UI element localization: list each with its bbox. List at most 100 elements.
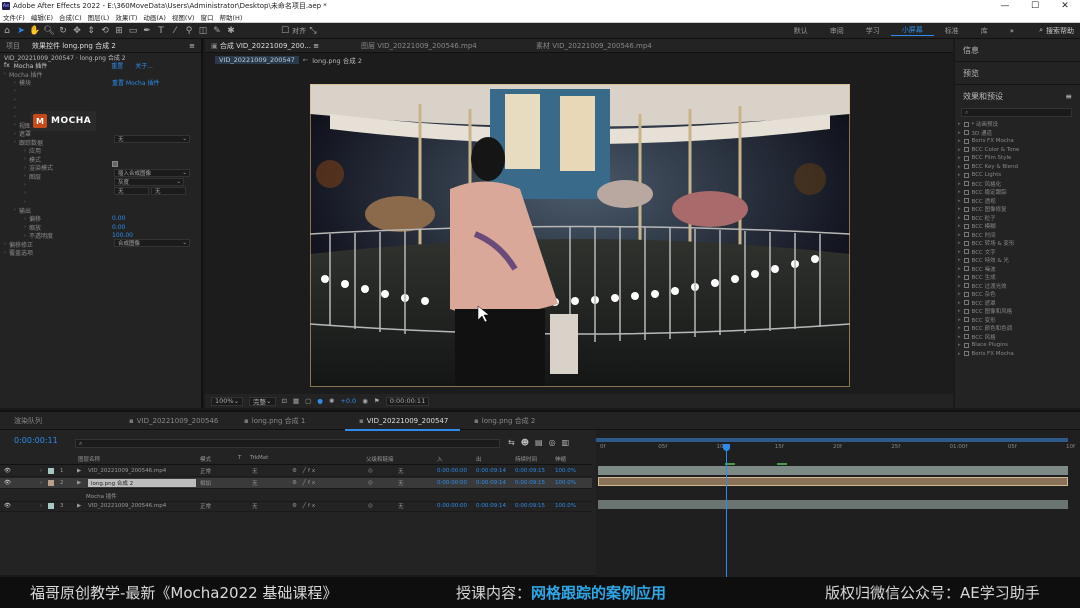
info-panel-header[interactable]: 信息 <box>955 39 1080 62</box>
transparency-grid-icon[interactable]: ▦ <box>293 397 299 405</box>
effect-category-item[interactable]: ▸ Blace Plugins <box>955 341 1080 350</box>
col-in[interactable]: 入 <box>437 455 443 463</box>
expand-arrow-icon[interactable]: ▸ <box>958 147 961 153</box>
parent-pickwhip-icon[interactable]: ◎ <box>368 468 373 474</box>
expand-arrow-icon[interactable]: ▸ <box>958 274 961 280</box>
color-channel-icon[interactable]: ● <box>317 397 323 405</box>
layer-label-color[interactable] <box>48 503 54 509</box>
effect-param-row[interactable]: › Mocha 插件 <box>0 70 201 79</box>
layer-name[interactable]: Mocha 插件 <box>86 492 117 500</box>
effect-category-item[interactable]: ▸ BCC 图像修复 <box>955 205 1080 214</box>
table-row[interactable]: 👁︎ › 2 ▶ long.png 合成 2 相加 无 ⚙ ╱fx ◎ 无 0:00:00:00 0:… <box>0 478 592 489</box>
effect-category-item[interactable]: ▸ BCC 风格 <box>955 333 1080 342</box>
track-bar-layer-2[interactable] <box>598 477 1068 486</box>
mode-dropdown[interactable]: 插入合成图像 ⌄ <box>114 169 190 177</box>
switches[interactable]: ⚙ ╱fx <box>292 468 317 474</box>
pan-tool-icon[interactable]: ✥ <box>70 24 84 38</box>
effect-param-row[interactable]: › 模式 <box>0 155 201 164</box>
workspace-learn[interactable]: 学习 <box>855 26 891 36</box>
motion-blur-icon[interactable]: ◎ <box>549 438 556 447</box>
col-out[interactable]: 出 <box>476 455 482 463</box>
expand-arrow-icon[interactable]: › <box>40 503 42 509</box>
pan-behind-tool-icon[interactable]: ⊞ <box>112 24 126 38</box>
snapping-checkbox-icon[interactable]: ☐ <box>278 24 292 38</box>
disclosure-triangle-icon[interactable]: › <box>14 80 16 86</box>
layer-duration[interactable]: 0:00:09:15 <box>515 468 545 474</box>
effect-category-item[interactable]: ▸ BCC 遮罩 <box>955 299 1080 308</box>
layer-in[interactable]: 0:00:00:00 <box>437 480 467 486</box>
disclosure-triangle-icon[interactable]: › <box>24 165 26 171</box>
expand-arrow-icon[interactable]: › <box>40 480 42 486</box>
effect-category-item[interactable]: ▸ BCC 透视 <box>955 197 1080 206</box>
expand-arrow-icon[interactable]: ▸ <box>958 130 961 136</box>
tab-footage[interactable]: 素材 VID_20221009_200546.mp4 <box>530 41 658 51</box>
time-ruler[interactable]: 0f 05f 10f 15f 20f 25f 01:00f 05f 10f <box>596 444 1075 454</box>
disclosure-triangle-icon[interactable]: › <box>4 250 6 256</box>
effect-param-value[interactable]: 重置 Mocha 插件 <box>112 78 159 87</box>
current-time-field[interactable]: 0:00:00:11 <box>385 396 430 406</box>
rotate-tool-icon[interactable]: ⟲ <box>98 24 112 38</box>
expand-arrow-icon[interactable]: ▸ <box>958 121 961 127</box>
layer-label-color[interactable] <box>48 468 54 474</box>
align-label[interactable]: 对齐 <box>292 26 306 36</box>
hand-tool-icon[interactable]: ✋ <box>28 24 42 38</box>
mocha-logo[interactable]: M MOCHA <box>30 111 96 131</box>
mask-visibility-icon[interactable]: ▢ <box>305 397 311 405</box>
reset-link[interactable]: 重置 <box>111 61 123 70</box>
expand-arrow-icon[interactable]: ▸ <box>958 138 961 144</box>
menu-animation[interactable]: 动画(A) <box>140 12 169 22</box>
effect-category-item[interactable]: ▸ BCC 粒子 <box>955 214 1080 223</box>
col-trkmat[interactable]: TrkMat <box>250 455 268 461</box>
disclosure-triangle-icon[interactable]: › <box>14 139 16 145</box>
timeline-tab[interactable]: 渲染队列 <box>0 416 115 426</box>
switches[interactable]: ⚙ ╱fx <box>292 480 317 486</box>
effect-param-row[interactable]: › <box>0 96 201 105</box>
layer-parent[interactable]: 无 <box>398 467 404 475</box>
expand-arrow-icon[interactable]: ▸ <box>958 189 961 195</box>
marker-2[interactable] <box>777 463 787 465</box>
layer-out[interactable]: 0:00:09:14 <box>476 480 506 486</box>
layer-parent[interactable]: 无 <box>398 502 404 510</box>
mocha-checkbox[interactable] <box>112 161 118 167</box>
expand-arrow-icon[interactable]: ▸ <box>958 164 961 170</box>
expand-arrow-icon[interactable]: ▸ <box>958 334 961 340</box>
parent-pickwhip-icon[interactable]: ◎ <box>368 480 373 486</box>
menu-edit[interactable]: 编辑(E) <box>28 12 56 22</box>
layer-trkmat[interactable]: 无 <box>252 502 258 510</box>
workspace-default[interactable]: 默认 <box>783 26 819 36</box>
tab-layer[interactable]: 图层 VID_20221009_200546.mp4 <box>355 41 530 51</box>
menu-layer[interactable]: 图层(L) <box>85 12 113 22</box>
preview-panel-header[interactable]: 预览 <box>955 62 1080 85</box>
expand-arrow-icon[interactable]: ▸ <box>958 342 961 348</box>
track-bar-layer-1[interactable] <box>598 466 1068 475</box>
eye-icon[interactable]: 👁︎ <box>4 468 11 474</box>
track-bar-layer-3[interactable] <box>598 500 1068 509</box>
col-t[interactable]: T <box>238 455 241 461</box>
effect-category-item[interactable]: ▸ * 动画预设 <box>955 120 1080 129</box>
disclosure-triangle-icon[interactable]: › <box>4 241 6 247</box>
workspace-overflow-icon[interactable]: » <box>999 27 1025 35</box>
tab-effect-controls[interactable]: 效果控件 long.png 合成 2 <box>26 41 122 51</box>
col-duration[interactable]: 持续时间 <box>515 455 537 463</box>
expand-arrow-icon[interactable]: ▸ <box>958 232 961 238</box>
menu-effect[interactable]: 效果(T) <box>112 12 140 22</box>
roto-brush-tool-icon[interactable]: ✎ <box>210 24 224 38</box>
workspace-libraries[interactable]: 库 <box>970 26 999 36</box>
home-icon[interactable]: ⌂ <box>0 24 14 38</box>
breadcrumb-comp-1[interactable]: VID_20221009_200547 <box>215 56 299 64</box>
col-stretch[interactable]: 伸缩 <box>555 455 566 463</box>
rectangle-tool-icon[interactable]: ▭ <box>126 24 140 38</box>
effect-category-item[interactable]: ▸ BCC 稳定跟踪 <box>955 188 1080 197</box>
playhead-handle-icon[interactable] <box>723 444 730 451</box>
menu-file[interactable]: 文件(F) <box>0 12 28 22</box>
eye-icon[interactable]: 👁︎ <box>4 503 11 509</box>
expand-arrow-icon[interactable]: › <box>40 468 42 474</box>
frame-blend-icon[interactable]: ▤ <box>535 438 543 447</box>
timeline-timecode[interactable]: 0:00:00:11 <box>14 436 58 445</box>
brush-tool-icon[interactable]: ⁄ <box>168 24 182 38</box>
eye-icon[interactable]: 👁︎ <box>4 480 11 486</box>
puppet-tool-icon[interactable]: ✱ <box>224 24 238 38</box>
effect-category-item[interactable]: ▸ BCC 转场 & 变形 <box>955 239 1080 248</box>
layer-stretch[interactable]: 100.0% <box>555 480 576 486</box>
layer-name[interactable]: VID_20221009_200546.mp4 <box>88 503 166 509</box>
